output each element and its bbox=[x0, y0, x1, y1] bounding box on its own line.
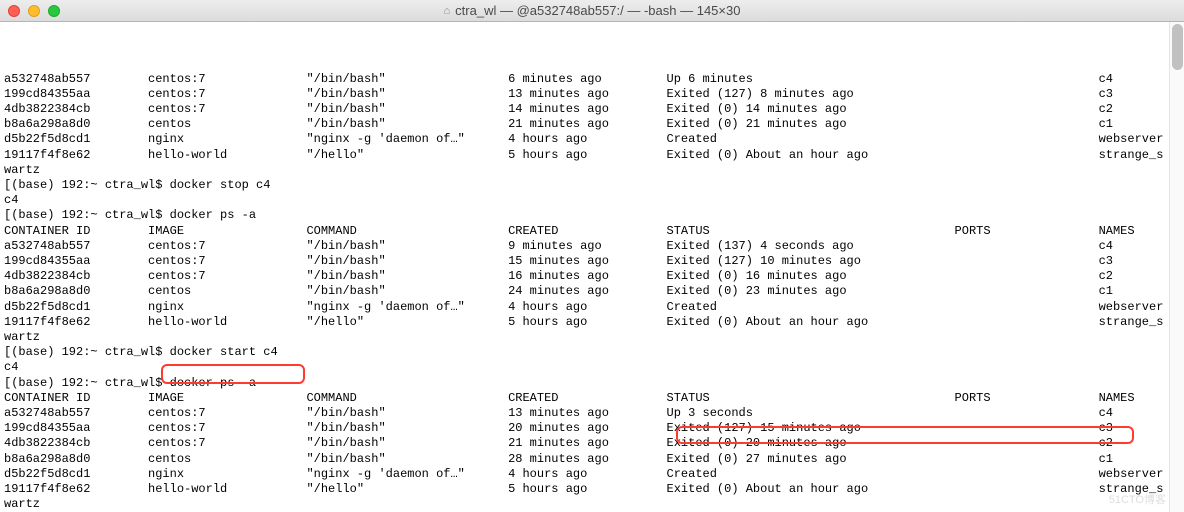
table-row: b8a6a298a8d0 centos "/bin/bash" 28 minut… bbox=[4, 452, 1176, 467]
watermark: 51CTO博客 bbox=[1109, 493, 1166, 508]
table-row: 19117f4f8e62 hello-world "/hello" 5 hour… bbox=[4, 315, 1176, 330]
table-row: d5b22f5d8cd1 nginx "nginx -g 'daemon of…… bbox=[4, 132, 1176, 147]
close-button[interactable] bbox=[8, 5, 20, 17]
maximize-button[interactable] bbox=[48, 5, 60, 17]
table-row: a532748ab557 centos:7 "/bin/bash" 6 minu… bbox=[4, 72, 1176, 87]
command-output: c4 bbox=[4, 360, 1176, 375]
window-titlebar: ⌂ ctra_wl — @a532748ab557:/ — -bash — 14… bbox=[0, 0, 1184, 22]
table-row: 4db3822384cb centos:7 "/bin/bash" 14 min… bbox=[4, 102, 1176, 117]
table-row: 4db3822384cb centos:7 "/bin/bash" 16 min… bbox=[4, 269, 1176, 284]
table-header: CONTAINER ID IMAGE COMMAND CREATED STATU… bbox=[4, 224, 1176, 239]
prompt-line: [(base) 192:~ ctra_wl$ docker ps -a bbox=[4, 376, 1176, 391]
table-row: 199cd84355aa centos:7 "/bin/bash" 20 min… bbox=[4, 421, 1176, 436]
prompt-line: [(base) 192:~ ctra_wl$ docker stop c4 bbox=[4, 178, 1176, 193]
terminal-output[interactable]: 51CTO博客 a532748ab557 centos:7 "/bin/bash… bbox=[0, 22, 1184, 512]
table-row: b8a6a298a8d0 centos "/bin/bash" 21 minut… bbox=[4, 117, 1176, 132]
prompt-line: [(base) 192:~ ctra_wl$ docker ps -a bbox=[4, 208, 1176, 223]
scrollbar-thumb[interactable] bbox=[1172, 24, 1183, 70]
table-row-trail: wartz bbox=[4, 330, 1176, 345]
table-row: 199cd84355aa centos:7 "/bin/bash" 13 min… bbox=[4, 87, 1176, 102]
table-row: d5b22f5d8cd1 nginx "nginx -g 'daemon of…… bbox=[4, 300, 1176, 315]
home-icon: ⌂ bbox=[444, 5, 451, 17]
command-output: c4 bbox=[4, 193, 1176, 208]
table-row: 4db3822384cb centos:7 "/bin/bash" 21 min… bbox=[4, 436, 1176, 451]
table-row: 19117f4f8e62 hello-world "/hello" 5 hour… bbox=[4, 482, 1176, 497]
table-row-trail: wartz bbox=[4, 497, 1176, 512]
table-row: a532748ab557 centos:7 "/bin/bash" 9 minu… bbox=[4, 239, 1176, 254]
window-title-text: ctra_wl — @a532748ab557:/ — -bash — 145×… bbox=[455, 3, 740, 18]
table-row: d5b22f5d8cd1 nginx "nginx -g 'daemon of…… bbox=[4, 467, 1176, 482]
table-row: 199cd84355aa centos:7 "/bin/bash" 15 min… bbox=[4, 254, 1176, 269]
table-row: a532748ab557 centos:7 "/bin/bash" 13 min… bbox=[4, 406, 1176, 421]
table-header: CONTAINER ID IMAGE COMMAND CREATED STATU… bbox=[4, 391, 1176, 406]
prompt-line: [(base) 192:~ ctra_wl$ docker start c4 bbox=[4, 345, 1176, 360]
table-row: 19117f4f8e62 hello-world "/hello" 5 hour… bbox=[4, 148, 1176, 163]
table-row-trail: wartz bbox=[4, 163, 1176, 178]
minimize-button[interactable] bbox=[28, 5, 40, 17]
table-row: b8a6a298a8d0 centos "/bin/bash" 24 minut… bbox=[4, 284, 1176, 299]
window-title: ⌂ ctra_wl — @a532748ab557:/ — -bash — 14… bbox=[8, 3, 1176, 18]
scrollbar-track[interactable] bbox=[1169, 22, 1184, 512]
traffic-lights bbox=[8, 5, 60, 17]
